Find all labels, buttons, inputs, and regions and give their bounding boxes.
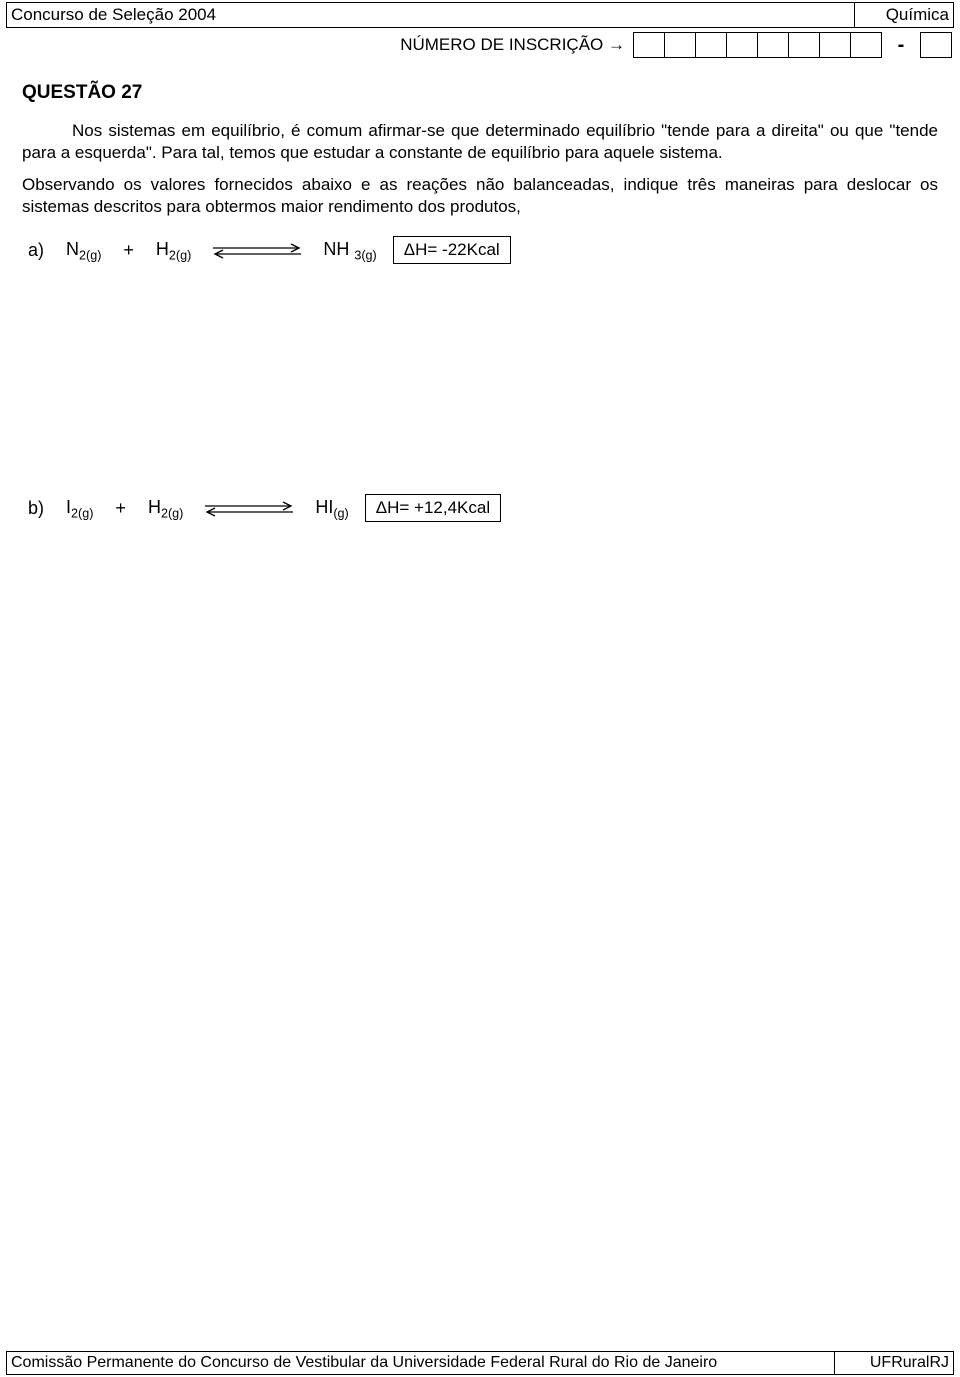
reaction-a-rhs: NH: [323, 239, 349, 259]
inscricao-box[interactable]: [633, 32, 665, 58]
inscricao-box[interactable]: [850, 32, 882, 58]
inscricao-box[interactable]: [788, 32, 820, 58]
reaction-b-rhs-sub: (g): [333, 506, 348, 520]
header-right: Química: [855, 3, 954, 28]
footer-left: Comissão Permanente do Concurso de Vesti…: [7, 1352, 835, 1375]
question-title: QUESTÃO 27: [22, 82, 938, 104]
reaction-b-row: b) I2(g) + H2(g) H: [28, 494, 938, 522]
question-para2: Observando os valores fornecidos abaixo …: [22, 174, 938, 218]
reaction-a-rhs-sub: 3(g): [354, 248, 376, 262]
inscricao-box[interactable]: [920, 32, 952, 58]
inscricao-box[interactable]: [757, 32, 789, 58]
footer-right: UFRuralRJ: [835, 1352, 954, 1375]
plus-sign: +: [115, 498, 126, 519]
reaction-a-lhs2-sub: 2(g): [169, 248, 191, 262]
header-left: Concurso de Seleção 2004: [7, 3, 855, 28]
inscricao-sep: -: [890, 32, 912, 58]
reaction-b-dh: ΔH= +12,4Kcal: [365, 494, 501, 522]
equilibrium-arrow-icon: [201, 498, 297, 519]
inscricao-box[interactable]: [819, 32, 851, 58]
page-footer: Comissão Permanente do Concurso de Vesti…: [6, 1351, 954, 1375]
reaction-b-lhs1-sub: 2(g): [71, 506, 93, 520]
reaction-b-rhs: HI: [315, 497, 333, 517]
reaction-a-equation: N2(g) + H2(g) NH 3(g): [66, 239, 377, 263]
reaction-a-dh: ΔH= -22Kcal: [393, 236, 511, 264]
reaction-a-lhs1-sub: 2(g): [79, 248, 101, 262]
page-header: Concurso de Seleção 2004 Química: [6, 2, 954, 28]
plus-sign: +: [123, 240, 134, 261]
reaction-b-lhs2-sub: 2(g): [161, 506, 183, 520]
reaction-a-label: a): [28, 240, 50, 261]
inscricao-boxes-left[interactable]: [633, 32, 882, 58]
inscricao-box[interactable]: [664, 32, 696, 58]
inscricao-boxes-right[interactable]: [920, 32, 952, 58]
reaction-a-row: a) N2(g) + H2(g) N: [28, 236, 938, 264]
reaction-b-lhs2: H: [148, 497, 161, 517]
inscricao-box[interactable]: [695, 32, 727, 58]
reaction-a-lhs2: H: [156, 239, 169, 259]
reaction-b-label: b): [28, 498, 50, 519]
inscricao-row: NÚMERO DE INSCRIÇÃO → -: [0, 32, 952, 58]
reaction-b-equation: I2(g) + H2(g) HI(g): [66, 497, 349, 521]
equilibrium-arrow-icon: [209, 240, 305, 261]
inscricao-box[interactable]: [726, 32, 758, 58]
inscricao-label: NÚMERO DE INSCRIÇÃO →: [400, 35, 625, 55]
reaction-a-lhs1: N: [66, 239, 79, 259]
question-para1: Nos sistemas em equilíbrio, é comum afir…: [22, 120, 938, 164]
